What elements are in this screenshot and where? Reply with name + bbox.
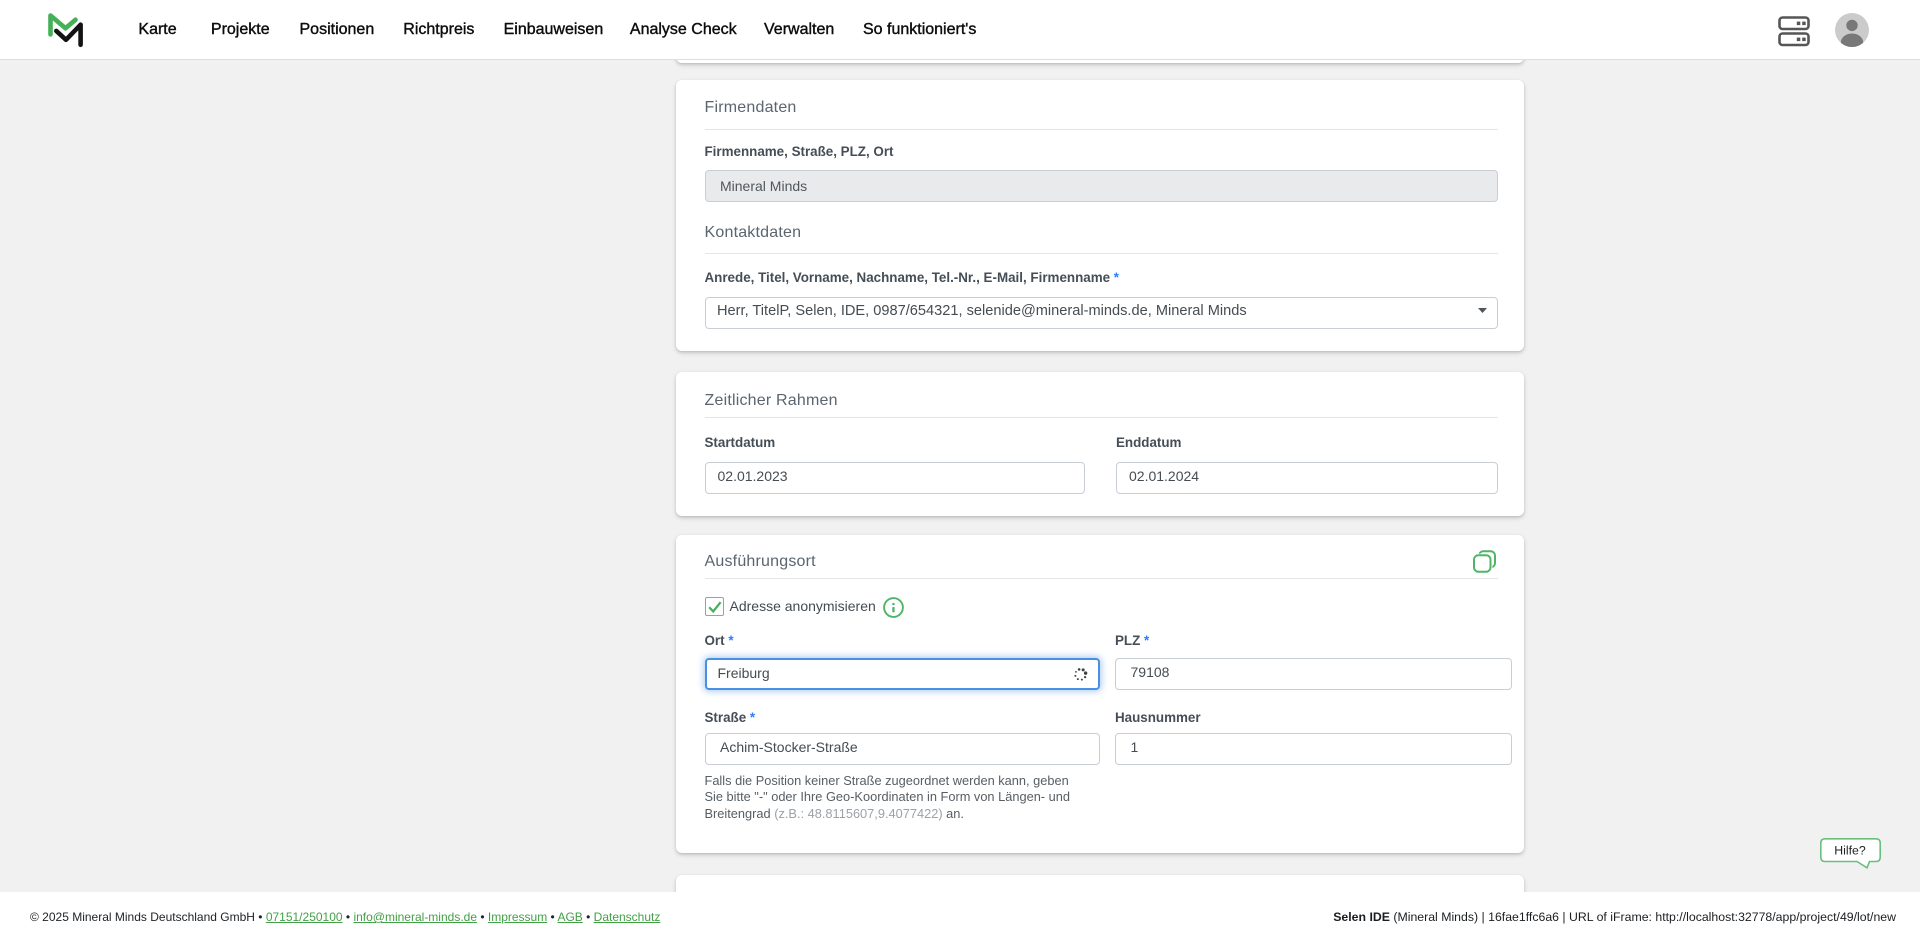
svg-text:Hilfe?: Hilfe? [1834, 844, 1866, 858]
